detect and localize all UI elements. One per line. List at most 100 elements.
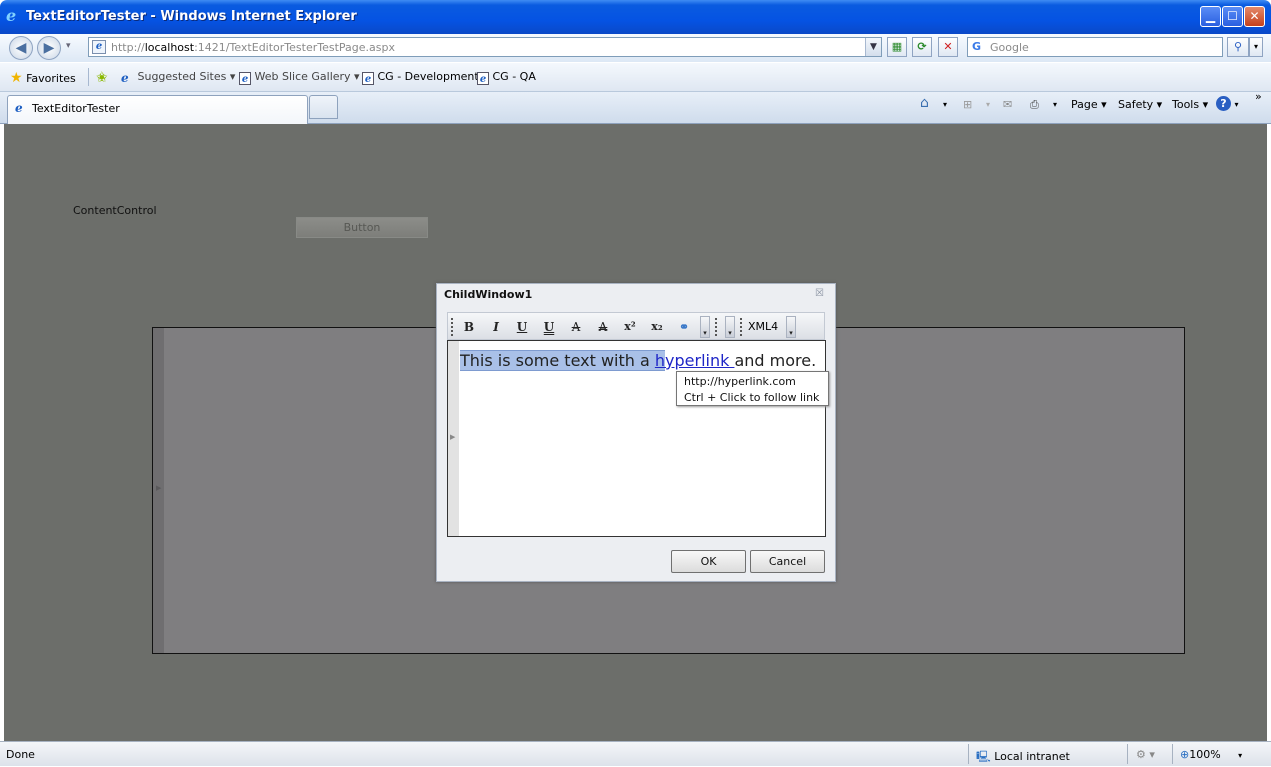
ie-page-icon: e — [239, 72, 251, 85]
tab-texteditortester[interactable]: e TextEditorTester — [7, 95, 308, 124]
format-dropdown-button[interactable]: ▾ — [786, 316, 796, 338]
toolbar-grip[interactable] — [715, 318, 718, 336]
double-underline-button[interactable]: U — [540, 319, 558, 335]
back-arrow-icon: ◀ — [15, 40, 27, 56]
address-dropdown-button[interactable]: ▼ — [865, 38, 881, 56]
add-favorite-icon: ✬ — [96, 70, 108, 86]
ie-page-icon: e — [362, 72, 374, 85]
chevron-down-icon: ▾ — [1238, 751, 1243, 760]
tooltip-hint: Ctrl + Click to follow link — [684, 391, 820, 404]
back-button[interactable]: ◀ — [9, 36, 33, 60]
more-commands-chevron[interactable]: » — [1255, 90, 1262, 103]
toolbar-grip[interactable] — [451, 318, 454, 336]
compatibility-icon: ▦ — [891, 40, 903, 53]
print-icon[interactable]: ⎙ — [1030, 98, 1039, 112]
hyperlink-tooltip: http://hyperlink.com Ctrl + Click to fol… — [676, 371, 829, 406]
title-bar: e TextEditorTester - Windows Internet Ex… — [0, 0, 1271, 34]
zoom-control[interactable]: ⊕100% ▾ — [1180, 748, 1242, 761]
status-separator — [1172, 744, 1173, 764]
cancel-button[interactable]: Cancel — [750, 550, 825, 573]
ie-logo-icon: e — [6, 6, 17, 25]
stop-button[interactable]: ✕ — [938, 37, 958, 57]
ie-page-icon: e — [477, 72, 489, 85]
print-dropdown-icon[interactable]: ▾ — [1053, 100, 1057, 109]
url-text: http://localhost:1421/TextEditorTesterTe… — [111, 41, 396, 54]
hyperlink-icon[interactable]: ⚭ — [675, 319, 693, 335]
address-field[interactable]: e http://localhost:1421/TextEditorTester… — [88, 37, 882, 57]
subscript-button[interactable]: x₂ — [648, 319, 666, 335]
feeds-dropdown-icon[interactable]: ▾ — [986, 100, 990, 109]
status-separator — [968, 744, 969, 764]
intranet-icon: 🖳 — [976, 750, 991, 763]
tooltip-url: http://hyperlink.com — [684, 375, 796, 388]
format-dropdown[interactable]: XML4 — [748, 320, 778, 333]
ok-button[interactable]: OK — [671, 550, 746, 573]
search-button[interactable]: ⚲ — [1227, 37, 1249, 57]
minimize-button[interactable]: ▁ — [1200, 6, 1221, 27]
double-strikethrough-button[interactable]: A — [594, 319, 612, 335]
favorites-separator — [88, 68, 89, 86]
stop-icon: ✕ — [943, 40, 953, 53]
google-icon: G — [972, 40, 982, 53]
content-control-label: ContentControl — [73, 204, 157, 217]
forward-arrow-icon: ▶ — [43, 40, 55, 56]
selected-text: This is some text with a — [460, 350, 655, 371]
bold-button[interactable]: B — [460, 319, 478, 335]
gutter-arrow-icon: ▶ — [450, 433, 456, 441]
favorite-web-slice-gallery[interactable]: e Web Slice Gallery ▾ — [239, 70, 360, 85]
favorite-cg-qa[interactable]: e CG - QA — [477, 70, 536, 85]
rich-text-editor[interactable]: ▶ This is some text with a hyperlink and… — [447, 340, 829, 537]
favorite-suggested-sites[interactable]: e Suggested Sites ▾ — [121, 70, 235, 85]
hyperlink-selected-part[interactable]: h — [654, 350, 666, 371]
security-zone[interactable]: 🖳 Local intranet — [976, 748, 1070, 767]
refresh-button[interactable]: ⟳ — [912, 37, 932, 57]
strikethrough-button[interactable]: A — [567, 319, 585, 335]
feeds-icon[interactable]: ⊞ — [963, 98, 972, 111]
editor-content[interactable]: This is some text with a hyperlink and m… — [460, 350, 820, 372]
toolbar-overflow-dropdown[interactable]: ▾ — [700, 316, 710, 338]
formatting-toolbar: B I U U A A x² x₂ ⚭ ▾ ▾ XML4 ▾ — [447, 312, 825, 340]
chevron-down-icon: ▾ — [1253, 42, 1258, 51]
home-dropdown-icon[interactable]: ▾ — [943, 100, 947, 109]
home-icon[interactable]: ⌂ — [920, 95, 929, 111]
add-to-favorites-bar-button[interactable]: ✬ — [96, 70, 108, 86]
child-window-close-icon[interactable]: ☒ — [815, 288, 824, 299]
window-title: TextEditorTester - Windows Internet Expl… — [26, 9, 357, 24]
help-menu[interactable]: ? ▾ — [1216, 96, 1239, 111]
safety-menu[interactable]: Safety ▾ — [1118, 98, 1162, 111]
status-bar — [0, 741, 1271, 766]
trailing-text: and more. — [734, 351, 817, 370]
tools-menu[interactable]: Tools ▾ — [1172, 98, 1208, 111]
compatibility-view-button[interactable]: ▦ — [887, 37, 907, 57]
new-tab-button[interactable] — [309, 95, 338, 119]
status-text: Done — [6, 748, 35, 761]
favorites-button[interactable]: ★ Favorites — [10, 70, 76, 86]
ie-page-icon: e — [121, 71, 129, 85]
background-button: Button — [296, 217, 428, 238]
page-menu[interactable]: Page ▾ — [1071, 98, 1107, 111]
superscript-button[interactable]: x² — [621, 319, 639, 335]
hyperlink[interactable]: yperlink — [665, 351, 734, 370]
protected-mode-icon[interactable]: ⚙ ▾ — [1136, 748, 1155, 761]
refresh-icon: ⟳ — [917, 40, 927, 53]
search-input[interactable]: Google — [990, 41, 1029, 54]
favorite-cg-development[interactable]: e CG - Development — [362, 70, 479, 85]
child-window: ChildWindow1 ☒ B I U U A A x² x₂ ⚭ ▾ ▾ X… — [436, 283, 836, 582]
forward-button[interactable]: ▶ — [37, 36, 61, 60]
recent-pages-dropdown-icon[interactable]: ▾ — [66, 41, 71, 51]
search-icon: ⚲ — [1233, 40, 1243, 53]
favorites-star-icon: ★ — [10, 70, 23, 86]
page-icon: e — [92, 40, 106, 54]
close-button[interactable]: ✕ — [1244, 6, 1265, 27]
italic-button[interactable]: I — [487, 319, 505, 335]
read-mail-icon[interactable]: ✉ — [1003, 98, 1012, 111]
underline-button[interactable]: U — [513, 319, 531, 335]
ie-page-icon: e — [15, 101, 23, 115]
search-box[interactable]: G Google — [967, 37, 1223, 57]
search-options-button[interactable]: ▾ — [1249, 37, 1263, 57]
child-window-title: ChildWindow1 — [444, 288, 533, 301]
toolbar-overflow-dropdown[interactable]: ▾ — [725, 316, 735, 338]
toolbar-grip[interactable] — [740, 318, 743, 336]
maximize-button[interactable]: ☐ — [1222, 6, 1243, 27]
tab-label: TextEditorTester — [32, 102, 120, 115]
